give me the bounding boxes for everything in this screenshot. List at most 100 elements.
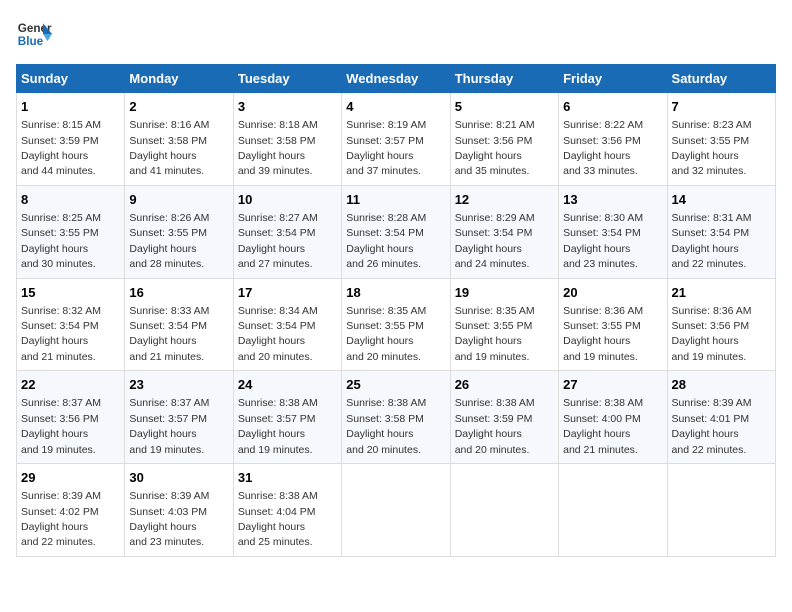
day-number: 16 <box>129 284 228 302</box>
day-info: Sunrise: 8:37 AMSunset: 3:57 PMDaylight … <box>129 397 209 455</box>
day-number: 4 <box>346 98 445 116</box>
calendar-week-3: 15 Sunrise: 8:32 AMSunset: 3:54 PMDayligh… <box>17 278 776 371</box>
day-info: Sunrise: 8:38 AMSunset: 4:00 PMDaylight … <box>563 397 643 455</box>
calendar-cell: 12 Sunrise: 8:29 AMSunset: 3:54 PMDayligh… <box>450 185 558 278</box>
day-info: Sunrise: 8:38 AMSunset: 4:04 PMDaylight … <box>238 490 318 548</box>
calendar-cell: 23 Sunrise: 8:37 AMSunset: 3:57 PMDayligh… <box>125 371 233 464</box>
day-info: Sunrise: 8:39 AMSunset: 4:02 PMDaylight … <box>21 490 101 548</box>
day-number: 23 <box>129 376 228 394</box>
day-number: 18 <box>346 284 445 302</box>
calendar-cell: 9Sunrise: 8:26 AMSunset: 3:55 PMDaylight… <box>125 185 233 278</box>
weekday-header-wednesday: Wednesday <box>342 65 450 93</box>
day-info: Sunrise: 8:36 AMSunset: 3:55 PMDaylight … <box>563 305 643 363</box>
calendar-table: SundayMondayTuesdayWednesdayThursdayFrid… <box>16 64 776 557</box>
day-number: 15 <box>21 284 120 302</box>
weekday-header-thursday: Thursday <box>450 65 558 93</box>
calendar-cell: 22 Sunrise: 8:37 AMSunset: 3:56 PMDayligh… <box>17 371 125 464</box>
day-info: Sunrise: 8:33 AMSunset: 3:54 PMDaylight … <box>129 305 209 363</box>
calendar-cell: 7 Sunrise: 8:23 AMSunset: 3:55 PMDaylight… <box>667 93 775 186</box>
calendar-cell: 28 Sunrise: 8:39 AMSunset: 4:01 PMDayligh… <box>667 371 775 464</box>
calendar-cell: 10 Sunrise: 8:27 AMSunset: 3:54 PMDayligh… <box>233 185 341 278</box>
day-number: 30 <box>129 469 228 487</box>
day-info: Sunrise: 8:30 AMSunset: 3:54 PMDaylight … <box>563 212 643 270</box>
day-number: 6 <box>563 98 662 116</box>
day-info: Sunrise: 8:39 AMSunset: 4:01 PMDaylight … <box>672 397 752 455</box>
calendar-week-1: 1Sunrise: 8:15 AMSunset: 3:59 PMDaylight… <box>17 93 776 186</box>
day-info: Sunrise: 8:32 AMSunset: 3:54 PMDaylight … <box>21 305 101 363</box>
day-number: 7 <box>672 98 771 116</box>
day-number: 19 <box>455 284 554 302</box>
day-number: 11 <box>346 191 445 209</box>
calendar-week-2: 8 Sunrise: 8:25 AMSunset: 3:55 PMDaylight… <box>17 185 776 278</box>
day-number: 25 <box>346 376 445 394</box>
calendar-cell: 13Sunrise: 8:30 AMSunset: 3:54 PMDayligh… <box>559 185 667 278</box>
day-number: 3 <box>238 98 337 116</box>
weekday-header-monday: Monday <box>125 65 233 93</box>
day-info: Sunrise: 8:28 AMSunset: 3:54 PMDaylight … <box>346 212 426 270</box>
calendar-cell: 1Sunrise: 8:15 AMSunset: 3:59 PMDaylight… <box>17 93 125 186</box>
svg-text:Blue: Blue <box>18 35 44 48</box>
day-number: 2 <box>129 98 228 116</box>
calendar-cell: 30 Sunrise: 8:39 AMSunset: 4:03 PMDayligh… <box>125 464 233 557</box>
day-info: Sunrise: 8:23 AMSunset: 3:55 PMDaylight … <box>672 119 752 177</box>
weekday-header-tuesday: Tuesday <box>233 65 341 93</box>
day-info: Sunrise: 8:22 AMSunset: 3:56 PMDaylight … <box>563 119 643 177</box>
calendar-header-row: SundayMondayTuesdayWednesdayThursdayFrid… <box>17 65 776 93</box>
day-info: Sunrise: 8:29 AMSunset: 3:54 PMDaylight … <box>455 212 535 270</box>
logo-icon: General Blue <box>16 16 52 52</box>
calendar-cell: 14 Sunrise: 8:31 AMSunset: 3:54 PMDayligh… <box>667 185 775 278</box>
calendar-cell: 27 Sunrise: 8:38 AMSunset: 4:00 PMDayligh… <box>559 371 667 464</box>
day-number: 10 <box>238 191 337 209</box>
calendar-cell: 11 Sunrise: 8:28 AMSunset: 3:54 PMDayligh… <box>342 185 450 278</box>
day-info: Sunrise: 8:27 AMSunset: 3:54 PMDaylight … <box>238 212 318 270</box>
day-info: Sunrise: 8:38 AMSunset: 3:59 PMDaylight … <box>455 397 535 455</box>
calendar-cell: 29 Sunrise: 8:39 AMSunset: 4:02 PMDayligh… <box>17 464 125 557</box>
calendar-cell <box>342 464 450 557</box>
weekday-header-saturday: Saturday <box>667 65 775 93</box>
calendar-cell: 3 Sunrise: 8:18 AMSunset: 3:58 PMDaylight… <box>233 93 341 186</box>
day-info: Sunrise: 8:38 AMSunset: 3:58 PMDaylight … <box>346 397 426 455</box>
day-info: Sunrise: 8:35 AMSunset: 3:55 PMDaylight … <box>455 305 535 363</box>
day-info: Sunrise: 8:39 AMSunset: 4:03 PMDaylight … <box>129 490 209 548</box>
calendar-cell: 8 Sunrise: 8:25 AMSunset: 3:55 PMDaylight… <box>17 185 125 278</box>
day-info: Sunrise: 8:35 AMSunset: 3:55 PMDaylight … <box>346 305 426 363</box>
day-info: Sunrise: 8:37 AMSunset: 3:56 PMDaylight … <box>21 397 101 455</box>
day-number: 14 <box>672 191 771 209</box>
day-info: Sunrise: 8:25 AMSunset: 3:55 PMDaylight … <box>21 212 101 270</box>
calendar-cell: 18 Sunrise: 8:35 AMSunset: 3:55 PMDayligh… <box>342 278 450 371</box>
day-number: 9 <box>129 191 228 209</box>
calendar-cell: 26Sunrise: 8:38 AMSunset: 3:59 PMDayligh… <box>450 371 558 464</box>
weekday-header-friday: Friday <box>559 65 667 93</box>
calendar-cell: 2Sunrise: 8:16 AMSunset: 3:58 PMDaylight… <box>125 93 233 186</box>
day-number: 24 <box>238 376 337 394</box>
day-number: 27 <box>563 376 662 394</box>
calendar-cell: 31 Sunrise: 8:38 AMSunset: 4:04 PMDayligh… <box>233 464 341 557</box>
day-number: 28 <box>672 376 771 394</box>
weekday-header-sunday: Sunday <box>17 65 125 93</box>
calendar-cell: 21Sunrise: 8:36 AMSunset: 3:56 PMDayligh… <box>667 278 775 371</box>
day-number: 29 <box>21 469 120 487</box>
calendar-week-4: 22 Sunrise: 8:37 AMSunset: 3:56 PMDayligh… <box>17 371 776 464</box>
day-number: 1 <box>21 98 120 116</box>
day-number: 5 <box>455 98 554 116</box>
day-info: Sunrise: 8:21 AMSunset: 3:56 PMDaylight … <box>455 119 535 177</box>
day-number: 8 <box>21 191 120 209</box>
calendar-cell: 19 Sunrise: 8:35 AMSunset: 3:55 PMDayligh… <box>450 278 558 371</box>
calendar-cell <box>559 464 667 557</box>
calendar-cell: 17Sunrise: 8:34 AMSunset: 3:54 PMDayligh… <box>233 278 341 371</box>
logo: General Blue <box>16 16 52 52</box>
calendar-cell: 20Sunrise: 8:36 AMSunset: 3:55 PMDayligh… <box>559 278 667 371</box>
day-number: 12 <box>455 191 554 209</box>
day-number: 31 <box>238 469 337 487</box>
day-info: Sunrise: 8:31 AMSunset: 3:54 PMDaylight … <box>672 212 752 270</box>
day-number: 21 <box>672 284 771 302</box>
day-info: Sunrise: 8:18 AMSunset: 3:58 PMDaylight … <box>238 119 318 177</box>
calendar-cell <box>450 464 558 557</box>
day-info: Sunrise: 8:34 AMSunset: 3:54 PMDaylight … <box>238 305 318 363</box>
calendar-cell: 5 Sunrise: 8:21 AMSunset: 3:56 PMDaylight… <box>450 93 558 186</box>
day-number: 22 <box>21 376 120 394</box>
calendar-cell: 25 Sunrise: 8:38 AMSunset: 3:58 PMDayligh… <box>342 371 450 464</box>
page-header: General Blue <box>16 16 776 52</box>
calendar-cell <box>667 464 775 557</box>
calendar-cell: 4Sunrise: 8:19 AMSunset: 3:57 PMDaylight… <box>342 93 450 186</box>
